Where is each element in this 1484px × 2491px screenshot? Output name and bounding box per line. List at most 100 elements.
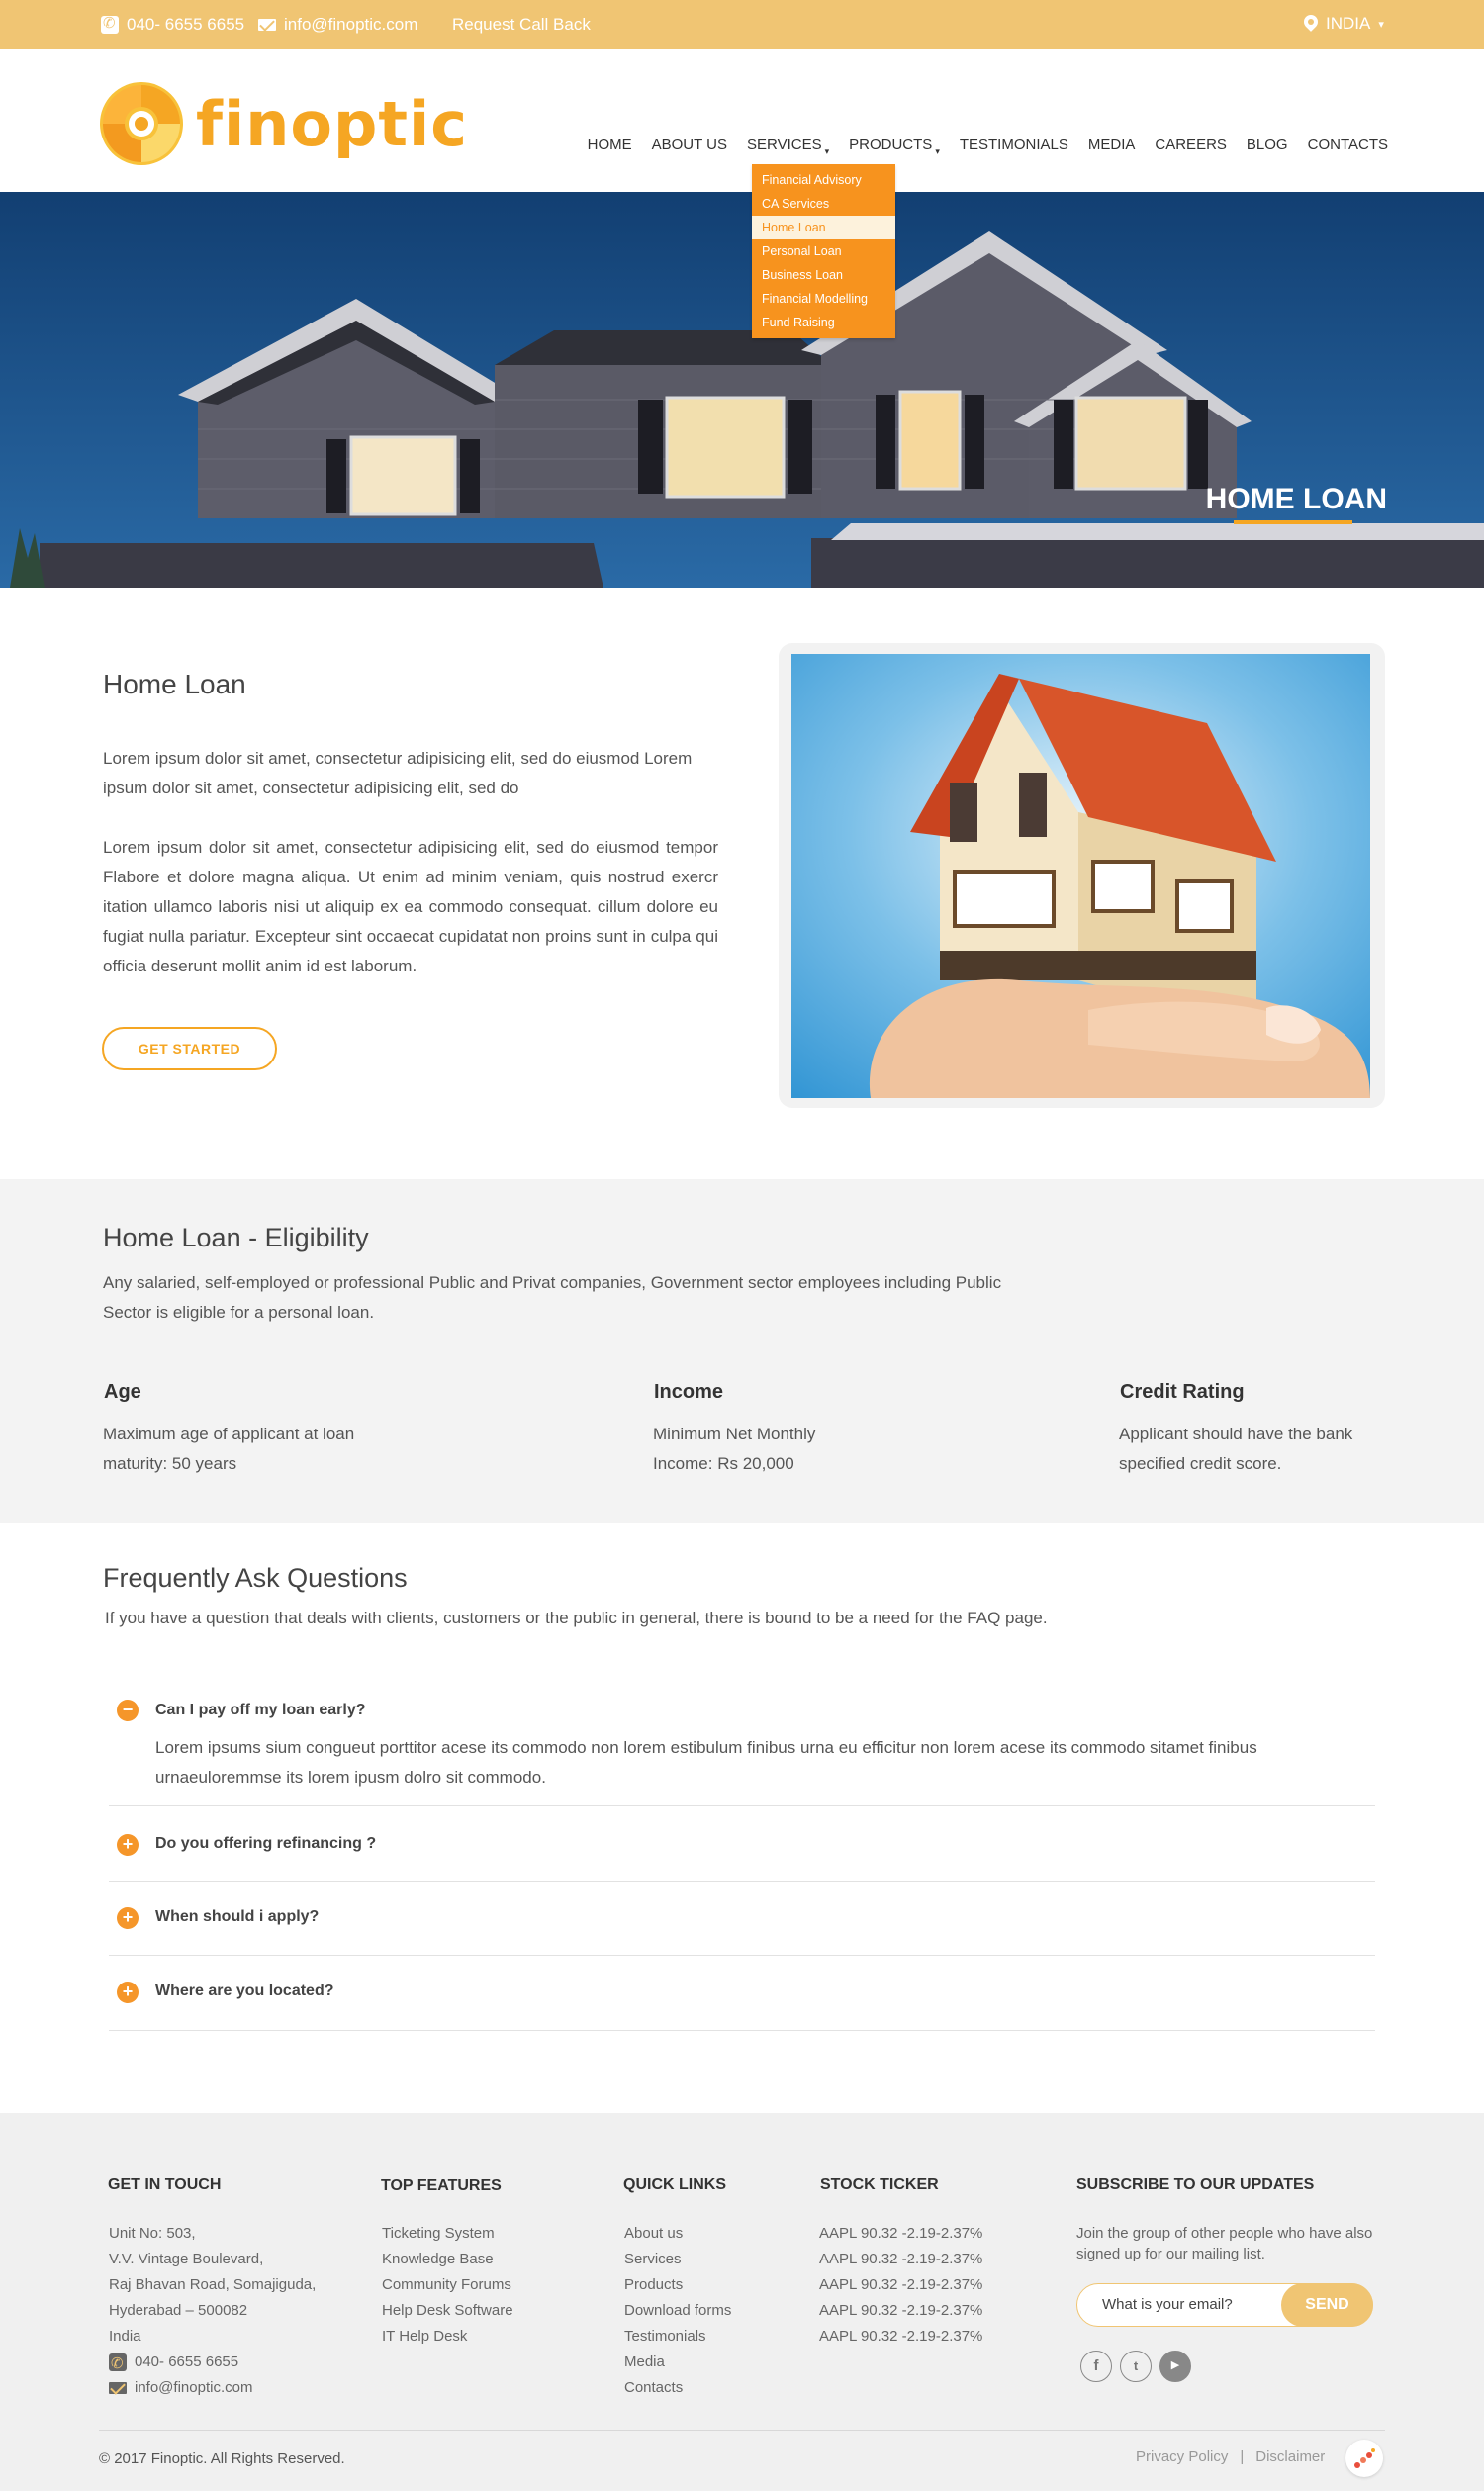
topbar-email-text[interactable]: info@finoptic.com xyxy=(284,15,417,35)
faq-question[interactable]: Can I pay off my loan early? xyxy=(155,1702,366,1719)
nav-contacts[interactable]: CONTACTS xyxy=(1298,137,1388,153)
menu-item-business-loan[interactable]: Business Loan xyxy=(752,263,895,287)
main-nav: HOME ABOUT US SERVICES ▾ PRODUCTS ▾ TESTIM… xyxy=(578,137,1388,156)
scroll-top-button[interactable] xyxy=(1345,2440,1383,2477)
request-callback-label[interactable]: Request Call Back xyxy=(452,15,591,35)
nav-contacts-label[interactable]: CONTACTS xyxy=(1308,137,1388,153)
send-button[interactable]: SEND xyxy=(1281,2283,1373,2327)
email-field-placeholder[interactable]: What is your email? xyxy=(1102,2296,1233,2313)
intro-paragraph-2: Lorem ipsum dolor sit amet, consectetur … xyxy=(103,838,718,975)
faq-item[interactable]: + Do you offering refinancing ? xyxy=(109,1806,1375,1882)
footer-link[interactable]: Community Forums xyxy=(382,2272,513,2298)
topbar-email[interactable]: info@finoptic.com xyxy=(258,15,417,35)
subscribe-description: Join the group of other people who have … xyxy=(1076,2225,1373,2262)
house-in-hand-image xyxy=(791,654,1370,1098)
nav-careers[interactable]: CAREERS xyxy=(1145,137,1237,153)
address-line: Hyderabad – 500082 xyxy=(109,2302,248,2319)
privacy-policy-link[interactable]: Privacy Policy xyxy=(1136,2448,1228,2465)
footer-address: Unit No: 503, V.V. Vintage Boulevard, Ra… xyxy=(109,2221,316,2401)
footer-link[interactable]: Media xyxy=(624,2350,731,2375)
faq-question[interactable]: Where are you located? xyxy=(155,1983,334,2000)
nav-testimonials-label[interactable]: TESTIMONIALS xyxy=(960,137,1068,153)
hero-banner xyxy=(0,192,1484,588)
location-pin-icon xyxy=(1304,15,1318,33)
topbar-phone[interactable]: 040- 6655 6655 xyxy=(101,14,244,35)
nav-services[interactable]: SERVICES ▾ xyxy=(737,137,839,156)
age-title: Age xyxy=(104,1381,141,1403)
logo-text[interactable]: finoptic xyxy=(196,88,468,160)
footer-link[interactable]: Help Desk Software xyxy=(382,2298,513,2324)
faq-item[interactable]: + Where are you located? xyxy=(109,1956,1375,2031)
ticker-item: AAPL 90.32 -2.19-2.37% xyxy=(819,2276,983,2293)
nav-home[interactable]: HOME xyxy=(578,137,642,153)
expand-icon[interactable]: + xyxy=(117,1907,139,1929)
nav-about-label[interactable]: ABOUT US xyxy=(652,137,727,153)
facebook-icon[interactable]: f xyxy=(1080,2351,1112,2382)
footer-link[interactable]: Knowledge Base xyxy=(382,2247,513,2272)
topbar-phone-text[interactable]: 040- 6655 6655 xyxy=(127,15,244,35)
social-links: f t ▶ xyxy=(1080,2351,1191,2382)
nav-testimonials[interactable]: TESTIMONIALS xyxy=(950,137,1078,153)
address-line: India xyxy=(109,2328,141,2345)
ticker-item: AAPL 90.32 -2.19-2.37% xyxy=(819,2225,983,2242)
footer-quicklinks-list: About us Services Products Download form… xyxy=(624,2221,731,2401)
country-label[interactable]: INDIA xyxy=(1326,14,1370,34)
footer-email[interactable]: info@finoptic.com xyxy=(109,2375,316,2401)
footer-link[interactable]: Ticketing System xyxy=(382,2221,513,2247)
menu-item-personal-loan[interactable]: Personal Loan xyxy=(752,239,895,263)
footer-link[interactable]: Testimonials xyxy=(624,2324,731,2350)
house-photo xyxy=(0,192,1484,588)
chevron-down-icon: ▾ xyxy=(824,146,830,156)
faq-question[interactable]: Do you offering refinancing ? xyxy=(155,1835,376,1853)
footer-phone-text[interactable]: 040- 6655 6655 xyxy=(135,2350,238,2375)
nav-about[interactable]: ABOUT US xyxy=(642,137,737,153)
footer-legal-links: Privacy Policy | Disclaimer xyxy=(1136,2448,1325,2465)
eligibility-description: Any salaried, self-employed or professio… xyxy=(103,1273,1002,1322)
menu-item-financial-modelling[interactable]: Financial Modelling xyxy=(752,287,895,311)
nav-services-label[interactable]: SERVICES xyxy=(747,137,822,153)
address-line: Raj Bhavan Road, Somajiguda, xyxy=(109,2276,317,2293)
services-dropdown-menu: Financial Advisory CA Services Home Loan… xyxy=(752,164,895,338)
ticker-item: AAPL 90.32 -2.19-2.37% xyxy=(819,2251,983,2267)
logo[interactable]: finoptic xyxy=(99,81,468,166)
footer-link[interactable]: Services xyxy=(624,2247,731,2272)
footer-link[interactable]: IT Help Desk xyxy=(382,2324,513,2350)
nav-careers-label[interactable]: CAREERS xyxy=(1155,137,1227,153)
youtube-icon[interactable]: ▶ xyxy=(1159,2351,1191,2382)
twitter-icon[interactable]: t xyxy=(1120,2351,1152,2382)
country-selector[interactable]: INDIA ▾ xyxy=(1304,14,1384,34)
get-started-button[interactable]: GET STARTED xyxy=(102,1027,277,1070)
faq-description: If you have a question that deals with c… xyxy=(105,1609,1048,1627)
expand-icon[interactable]: + xyxy=(117,1834,139,1856)
footer-link[interactable]: About us xyxy=(624,2221,731,2247)
collapse-icon[interactable]: − xyxy=(117,1700,139,1721)
menu-item-financial-advisory[interactable]: Financial Advisory xyxy=(752,168,895,192)
faq-answer: Lorem ipsums sium congueut porttitor ace… xyxy=(155,1738,1257,1787)
footer-link[interactable]: Products xyxy=(624,2272,731,2298)
faq-item[interactable]: − Can I pay off my loan early? Lorem ips… xyxy=(109,1682,1375,1806)
nav-blog[interactable]: BLOG xyxy=(1237,137,1298,153)
menu-item-home-loan[interactable]: Home Loan xyxy=(752,216,895,239)
separator: | xyxy=(1240,2448,1245,2465)
nav-products[interactable]: PRODUCTS ▾ xyxy=(839,137,950,156)
menu-item-ca-services[interactable]: CA Services xyxy=(752,192,895,216)
income-title: Income xyxy=(654,1381,724,1403)
footer-ticker-list: AAPL 90.32 -2.19-2.37% AAPL 90.32 -2.19-… xyxy=(819,2221,982,2350)
nav-media[interactable]: MEDIA xyxy=(1078,137,1146,153)
nav-media-label[interactable]: MEDIA xyxy=(1088,137,1136,153)
nav-blog-label[interactable]: BLOG xyxy=(1247,137,1288,153)
menu-item-fund-raising[interactable]: Fund Raising xyxy=(752,311,895,334)
nav-products-label[interactable]: PRODUCTS xyxy=(849,137,932,153)
footer-link[interactable]: Download forms xyxy=(624,2298,731,2324)
footer-phone[interactable]: 040- 6655 6655 xyxy=(109,2350,316,2377)
nav-home-label[interactable]: HOME xyxy=(588,137,632,153)
faq-item[interactable]: + When should i apply? xyxy=(109,1882,1375,1956)
faq-question[interactable]: When should i apply? xyxy=(155,1908,319,1926)
expand-icon[interactable]: + xyxy=(117,1982,139,2003)
footer-email-text[interactable]: info@finoptic.com xyxy=(135,2375,252,2401)
footer-quicklinks-title: QUICK LINKS xyxy=(623,2176,726,2193)
phone-icon xyxy=(101,14,119,34)
footer-link[interactable]: Contacts xyxy=(624,2375,731,2401)
request-callback-link[interactable]: Request Call Back xyxy=(452,15,591,35)
disclaimer-link[interactable]: Disclaimer xyxy=(1255,2448,1325,2465)
